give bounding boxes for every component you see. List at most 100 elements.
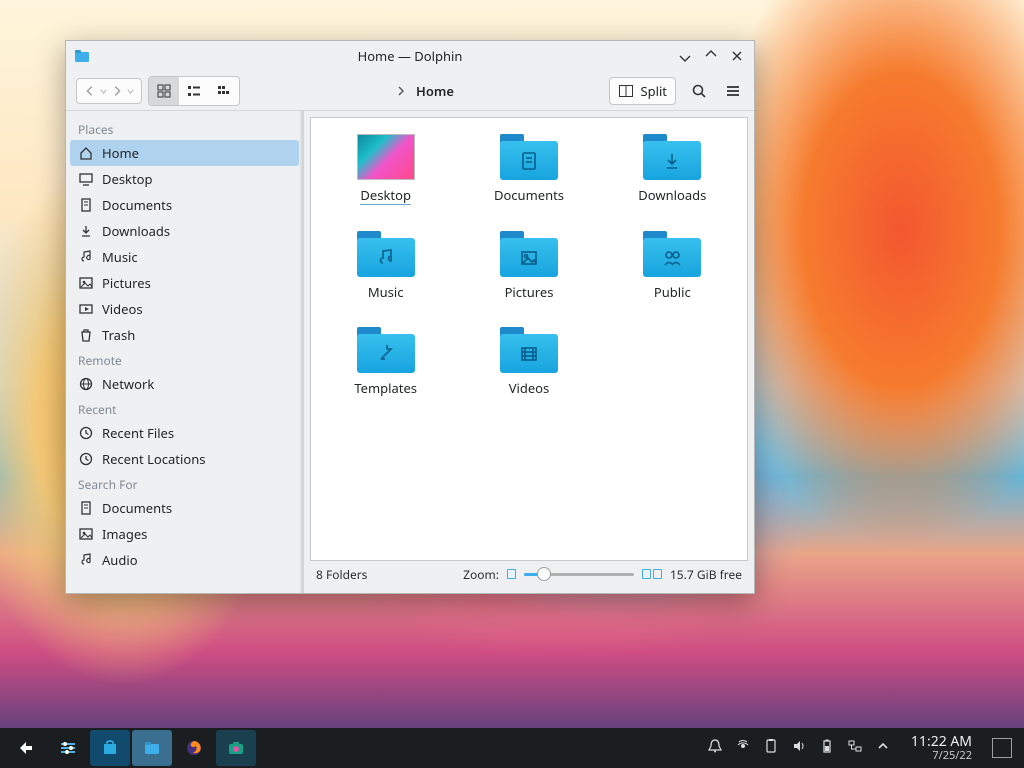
zoom-out-icon[interactable] xyxy=(507,569,516,579)
sidebar-item-trash[interactable]: Trash xyxy=(70,322,299,348)
titlebar[interactable]: Home — Dolphin xyxy=(66,41,754,71)
nav-history-dropdown[interactable] xyxy=(99,82,108,100)
file-desktop[interactable]: Desktop xyxy=(321,130,450,209)
sidebar-item-pictures[interactable]: Pictures xyxy=(70,270,299,296)
breadcrumb-location[interactable]: Home xyxy=(416,82,454,100)
file-label: Pictures xyxy=(505,283,554,301)
sidebar-item-network[interactable]: Network xyxy=(70,371,299,397)
sidebar-section-header: Remote xyxy=(70,348,299,371)
clock-icon xyxy=(78,425,94,441)
tray-notifications-icon[interactable] xyxy=(707,738,723,758)
task-system-settings[interactable] xyxy=(48,730,88,766)
task-dolphin[interactable] xyxy=(132,730,172,766)
folder-icon xyxy=(500,134,558,180)
split-icon xyxy=(618,83,634,99)
sidebar-item-documents[interactable]: Documents xyxy=(70,495,299,521)
file-label: Music xyxy=(368,283,404,301)
split-button[interactable]: Split xyxy=(609,77,676,105)
sidebar-section-header: Search For xyxy=(70,472,299,495)
folder-icon xyxy=(357,231,415,277)
music-icon xyxy=(78,249,94,265)
minimize-button[interactable] xyxy=(676,47,694,65)
trash-icon xyxy=(78,327,94,343)
sidebar-item-home[interactable]: Home xyxy=(70,140,299,166)
sidebar-item-desktop[interactable]: Desktop xyxy=(70,166,299,192)
view-mode-switch[interactable] xyxy=(148,76,240,106)
task-spectacle[interactable] xyxy=(216,730,256,766)
maximize-button[interactable] xyxy=(702,47,720,65)
sidebar-item-recent-locations[interactable]: Recent Locations xyxy=(70,446,299,472)
places-panel: Places Home Desktop Documents DownloadsMusic… xyxy=(66,111,304,593)
zoom-in-icon[interactable] xyxy=(642,569,662,579)
tray-volume-icon[interactable] xyxy=(791,738,807,758)
taskbar-clock[interactable]: 11:22 AM 7/25/22 xyxy=(911,734,972,763)
documents-icon xyxy=(78,197,94,213)
clock-icon xyxy=(78,451,94,467)
clock-date: 7/25/22 xyxy=(932,750,972,763)
desktop-icon xyxy=(78,171,94,187)
dolphin-window: Home — Dolphin Home Split xyxy=(65,40,755,594)
nav-back-forward[interactable] xyxy=(76,78,142,104)
view-details[interactable] xyxy=(209,77,239,105)
file-view[interactable]: DesktopDocumentsDownloads Music Pictures Pu… xyxy=(310,117,748,561)
file-public[interactable]: Public xyxy=(608,227,737,305)
file-downloads[interactable]: Downloads xyxy=(608,130,737,209)
sidebar-item-label: Trash xyxy=(102,326,135,344)
tray-kde-connect-icon[interactable] xyxy=(735,738,751,758)
disk-free: 15.7 GiB free xyxy=(670,566,742,583)
sidebar-item-images[interactable]: Images xyxy=(70,521,299,547)
tray-clipboard-icon[interactable] xyxy=(763,738,779,758)
sidebar-item-label: Pictures xyxy=(102,274,151,292)
desktop-thumbnail-icon xyxy=(357,134,415,180)
chevron-right-icon xyxy=(396,82,406,100)
zoom-slider[interactable] xyxy=(524,567,634,581)
documents-icon xyxy=(78,500,94,516)
file-music[interactable]: Music xyxy=(321,227,450,305)
file-videos[interactable]: Videos xyxy=(464,323,593,401)
sidebar-item-downloads[interactable]: Downloads xyxy=(70,218,299,244)
sidebar-item-videos[interactable]: Videos xyxy=(70,296,299,322)
status-bar: 8 Folders Zoom: 15.7 GiB free xyxy=(310,561,748,587)
close-button[interactable] xyxy=(728,47,746,65)
task-firefox[interactable] xyxy=(174,730,214,766)
breadcrumb[interactable]: Home xyxy=(396,82,454,100)
sidebar-item-label: Recent Locations xyxy=(102,450,205,468)
home-icon xyxy=(78,145,94,161)
file-documents[interactable]: Documents xyxy=(464,130,593,209)
view-icons[interactable] xyxy=(149,77,179,105)
sidebar-item-recent-files[interactable]: Recent Files xyxy=(70,420,299,446)
folder-icon xyxy=(500,231,558,277)
folder-icon xyxy=(643,231,701,277)
sidebar-item-label: Home xyxy=(102,144,139,162)
sidebar-item-label: Videos xyxy=(102,300,143,318)
sidebar-item-label: Documents xyxy=(102,196,172,214)
sidebar-item-music[interactable]: Music xyxy=(70,244,299,270)
app-launcher[interactable] xyxy=(6,730,46,766)
search-button[interactable] xyxy=(688,80,710,102)
file-label: Templates xyxy=(354,379,417,397)
file-pictures[interactable]: Pictures xyxy=(464,227,593,305)
tray-battery-icon[interactable] xyxy=(819,738,835,758)
sidebar-section-header: Recent xyxy=(70,397,299,420)
sidebar-item-label: Documents xyxy=(102,499,172,517)
sidebar-item-label: Recent Files xyxy=(102,424,174,442)
app-folder-icon xyxy=(74,48,90,64)
tray-network-icon[interactable] xyxy=(847,738,863,758)
sidebar-item-documents[interactable]: Documents xyxy=(70,192,299,218)
task-discover[interactable] xyxy=(90,730,130,766)
file-label: Videos xyxy=(509,379,550,397)
sidebar-section-header: Places xyxy=(70,117,299,140)
sidebar-item-label: Images xyxy=(102,525,147,543)
view-compact[interactable] xyxy=(179,77,209,105)
hamburger-menu[interactable] xyxy=(722,80,744,102)
show-desktop-button[interactable] xyxy=(992,738,1012,758)
item-count: 8 Folders xyxy=(316,566,367,583)
sidebar-item-label: Audio xyxy=(102,551,138,569)
system-tray: 11:22 AM 7/25/22 xyxy=(707,734,1018,763)
zoom-label: Zoom: xyxy=(463,566,499,583)
file-templates[interactable]: Templates xyxy=(321,323,450,401)
tray-chevron-up-icon[interactable] xyxy=(875,738,891,758)
sidebar-item-label: Desktop xyxy=(102,170,153,188)
sidebar-item-audio[interactable]: Audio xyxy=(70,547,299,573)
nav-forward-dropdown[interactable] xyxy=(126,82,135,100)
